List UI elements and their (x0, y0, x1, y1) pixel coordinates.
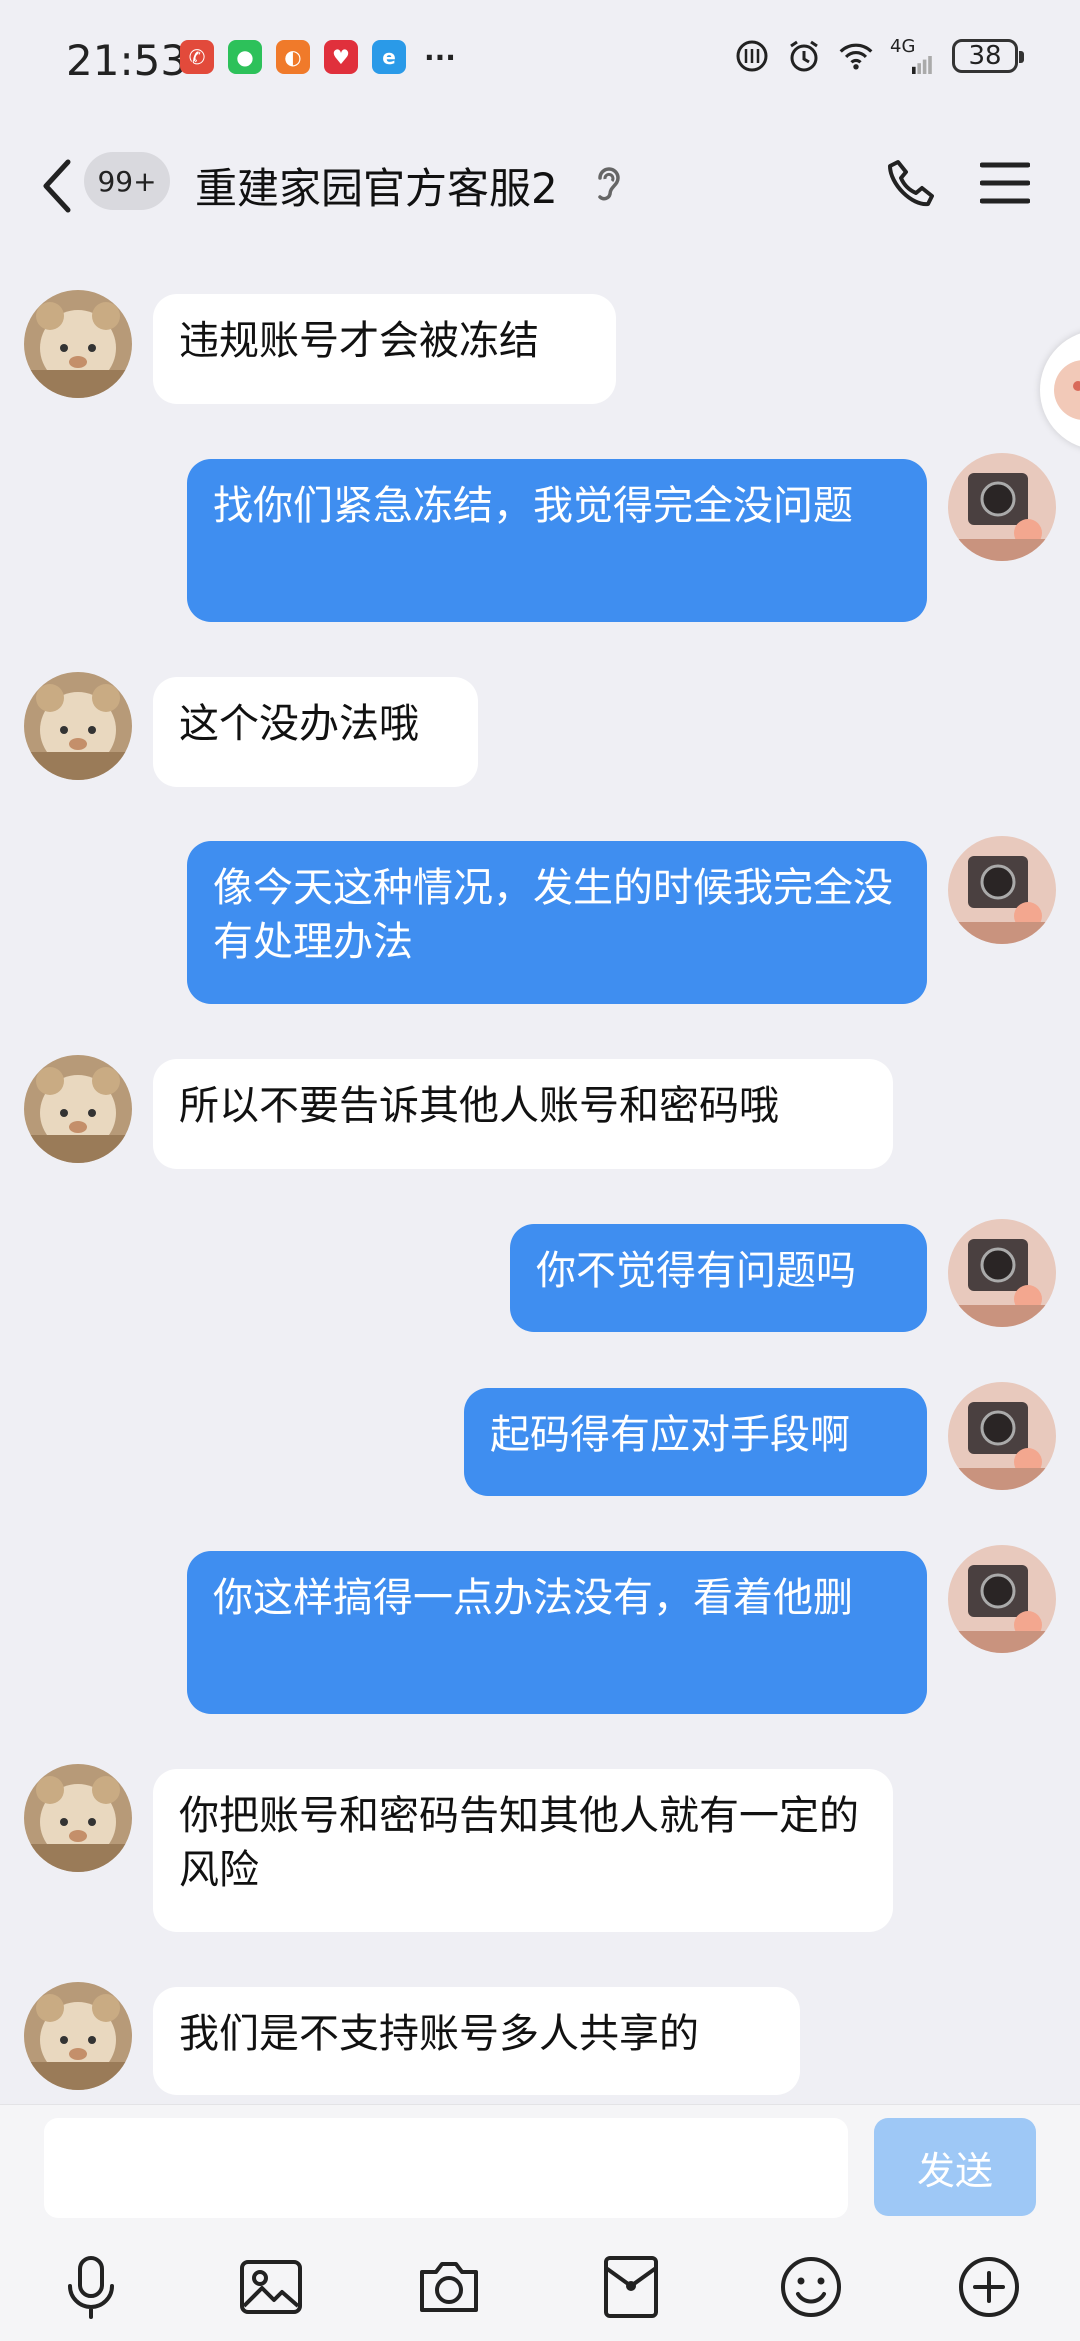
message-bubble-incoming[interactable]: 所以不要告诉其他人账号和密码哦 (153, 1059, 893, 1169)
floating-assistant-button[interactable] (1040, 330, 1080, 450)
menu-icon[interactable] (980, 160, 1030, 206)
more-notifications-icon: ··· (424, 40, 456, 74)
wifi-icon (838, 38, 874, 74)
unread-count-badge[interactable]: 99+ (84, 152, 170, 210)
phone-call-icon[interactable] (884, 156, 940, 212)
camera-icon[interactable] (416, 2254, 482, 2320)
alarm-icon (786, 38, 822, 74)
microphone-icon[interactable] (58, 2254, 124, 2320)
user-avatar[interactable] (948, 836, 1056, 944)
agent-avatar[interactable] (24, 290, 132, 398)
app-notification-icon: e (372, 40, 406, 74)
image-icon[interactable] (238, 2254, 304, 2320)
message-bubble-outgoing[interactable]: 你这样搞得一点办法没有，看着他删 (187, 1551, 927, 1714)
red-packet-icon[interactable] (598, 2254, 664, 2320)
plus-icon[interactable] (956, 2254, 1022, 2320)
app-notification-icon: ♥ (324, 40, 358, 74)
chat-title[interactable]: 重建家园官方客服2 (195, 155, 558, 216)
message-bubble-incoming[interactable]: 我们是不支持账号多人共享的 (153, 1987, 800, 2095)
message-bubble-incoming[interactable]: 违规账号才会被冻结 (153, 294, 616, 404)
status-time: 21:53 (66, 36, 188, 85)
message-bubble-incoming[interactable]: 你把账号和密码告知其他人就有一定的风险 (153, 1769, 893, 1932)
user-avatar[interactable] (948, 1219, 1056, 1327)
battery-indicator: 38 (952, 39, 1024, 73)
message-bubble-outgoing[interactable]: 你不觉得有问题吗 (510, 1224, 927, 1332)
user-avatar[interactable] (948, 1545, 1056, 1653)
emoji-icon[interactable] (778, 2254, 844, 2320)
back-arrow-icon[interactable] (38, 156, 78, 216)
message-bubble-outgoing[interactable]: 找你们紧急冻结，我觉得完全没问题 (187, 459, 927, 622)
status-bar: 21:53 ✆ ● ◐ ♥ e ··· 4G 38 (0, 0, 1080, 120)
user-avatar[interactable] (948, 453, 1056, 561)
ear-icon[interactable] (594, 162, 622, 206)
message-bubble-outgoing[interactable]: 起码得有应对手段啊 (464, 1388, 927, 1496)
message-bubble-outgoing[interactable]: 像今天这种情况，发生的时候我完全没有处理办法 (187, 841, 927, 1004)
notification-icons: ✆ ● ◐ ♥ e ··· (180, 40, 460, 74)
send-button[interactable]: 发送 (874, 2118, 1036, 2216)
agent-avatar[interactable] (24, 672, 132, 780)
agent-avatar[interactable] (24, 1764, 132, 1872)
cellular-signal-icon: 4G (890, 38, 936, 74)
system-icons: 4G 38 (734, 38, 1024, 74)
network-type: 4G (890, 36, 916, 57)
missed-call-icon: ✆ (180, 40, 214, 74)
message-input[interactable] (44, 2118, 848, 2218)
agent-avatar[interactable] (24, 1982, 132, 2090)
nfc-icon (734, 38, 770, 74)
app-notification-icon: ◐ (276, 40, 310, 74)
user-avatar[interactable] (948, 1382, 1056, 1490)
agent-avatar[interactable] (24, 1055, 132, 1163)
wechat-icon: ● (228, 40, 262, 74)
message-bubble-incoming[interactable]: 这个没办法哦 (153, 677, 478, 787)
